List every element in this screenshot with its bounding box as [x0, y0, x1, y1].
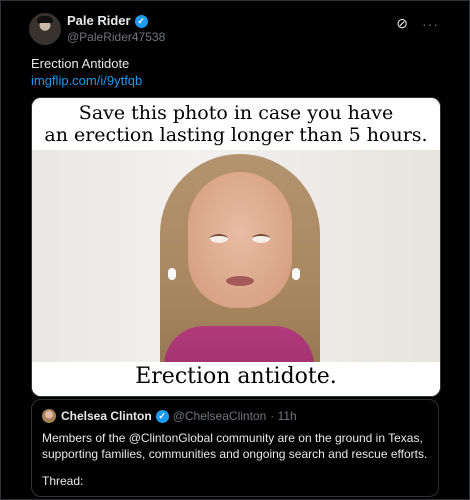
- earbud-right-icon: [292, 268, 300, 280]
- quoted-post-text: Members of the @ClintonGlobal community …: [42, 431, 428, 461]
- author-names: Pale Rider ✓ @PaleRider47538: [67, 13, 165, 45]
- photo-eye-right: [252, 234, 270, 243]
- author-avatar[interactable]: [29, 13, 61, 45]
- meme-top-caption-line1: Save this photo in case you have: [78, 102, 394, 124]
- author-display-name-row[interactable]: Pale Rider ✓: [67, 13, 165, 29]
- quoted-author-avatar[interactable]: [42, 409, 56, 423]
- post-actions: ⊘ ···: [396, 15, 439, 32]
- quoted-post-header: Chelsea Clinton ✓ @ChelseaClinton · 11h: [42, 409, 297, 423]
- post-card[interactable]: Pale Rider ✓ @PaleRider47538 ⊘ ··· Erect…: [0, 0, 470, 500]
- post-link[interactable]: imgflip.com/i/9ytfqb: [31, 72, 142, 89]
- meme-top-caption-line2: an erection lasting longer than 5 hours.: [44, 124, 428, 146]
- post-text: Erection Antidote: [31, 56, 130, 71]
- quoted-thread-label: Thread:: [42, 474, 84, 488]
- verified-badge-icon: ✓: [134, 14, 148, 28]
- photo-eye-left: [210, 234, 228, 243]
- photo-mouth: [226, 276, 254, 286]
- photo-shirt: [164, 326, 314, 362]
- post-header: Pale Rider ✓ @PaleRider47538: [29, 13, 165, 45]
- photo-face: [188, 172, 292, 308]
- author-display-name[interactable]: Pale Rider: [67, 13, 131, 29]
- earbud-left-icon: [168, 268, 176, 280]
- meme-photo: [32, 150, 440, 362]
- more-icon[interactable]: ···: [422, 16, 439, 32]
- author-handle[interactable]: @PaleRider47538: [67, 29, 165, 45]
- quoted-author-name[interactable]: Chelsea Clinton: [61, 409, 152, 423]
- grok-icon[interactable]: ⊘: [396, 15, 408, 32]
- meme-top-caption: Save this photo in case you have an erec…: [32, 98, 440, 154]
- post-body: Erection Antidote imgflip.com/i/9ytfqb: [31, 55, 142, 89]
- meme-bottom-caption: Erection antidote.: [32, 362, 440, 396]
- quoted-author-handle[interactable]: @ChelseaClinton: [173, 409, 267, 423]
- post-media-image[interactable]: Save this photo in case you have an erec…: [31, 97, 441, 397]
- quoted-verified-badge-icon: ✓: [155, 409, 169, 423]
- quoted-post[interactable]: Chelsea Clinton ✓ @ChelseaClinton · 11h …: [31, 399, 439, 497]
- quoted-post-time: · 11h: [270, 409, 297, 423]
